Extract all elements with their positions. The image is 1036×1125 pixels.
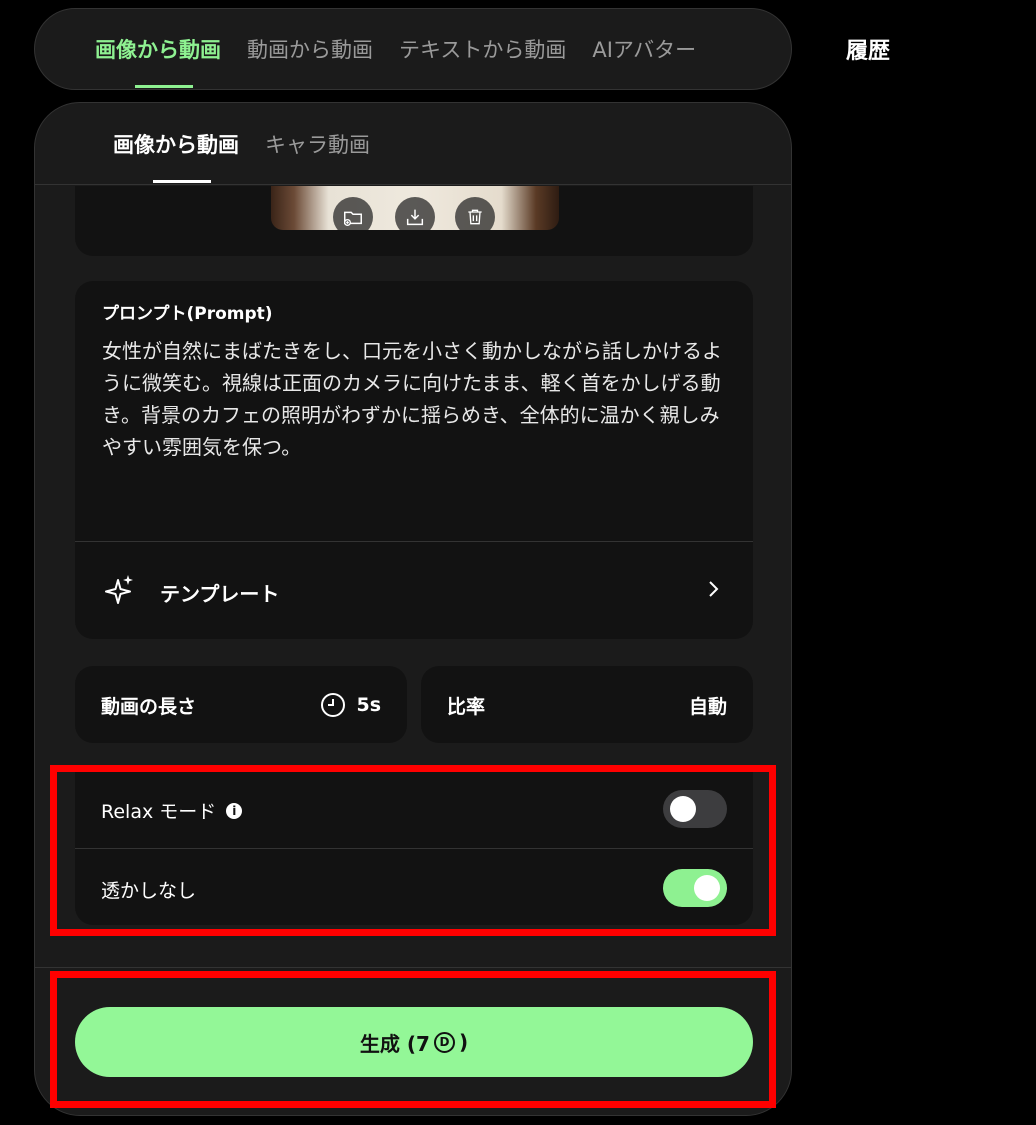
sparkle-icon: [105, 575, 133, 604]
duration-label: 動画の長さ: [101, 696, 197, 718]
tab-ai-avatar[interactable]: AIアバター: [592, 8, 696, 90]
subtab-character-video[interactable]: キャラ動画: [265, 103, 370, 185]
tab-text-to-video[interactable]: テキストから動画: [399, 8, 566, 90]
chevron-right-icon: [709, 581, 719, 597]
template-selector[interactable]: テンプレート: [75, 541, 753, 639]
tab-video-to-video[interactable]: 動画から動画: [247, 8, 373, 90]
clock-icon: [321, 693, 346, 717]
download-icon[interactable]: [395, 197, 435, 230]
ratio-selector[interactable]: 比率 自動: [421, 666, 753, 743]
trash-icon[interactable]: [455, 197, 495, 230]
highlight-box-generate: [50, 971, 776, 1108]
uploaded-image-thumbnail: [271, 186, 559, 230]
generation-panel: 画像から動画 キャラ動画 プロンプト(Prompt) 女性が自然にまばたきをし、…: [34, 102, 792, 1116]
uploaded-image-card: [75, 186, 753, 256]
duration-value: 5s: [320, 692, 381, 718]
ratio-label: 比率: [447, 696, 486, 718]
subtab-image-to-video[interactable]: 画像から動画: [113, 103, 239, 185]
folder-add-icon[interactable]: [333, 197, 373, 230]
history-link[interactable]: 履歴: [846, 33, 890, 65]
highlight-box-options: [50, 765, 776, 936]
tab-image-to-video[interactable]: 画像から動画: [95, 8, 221, 90]
divider: [35, 967, 791, 968]
ratio-value: 自動: [688, 696, 727, 718]
duration-selector[interactable]: 動画の長さ 5s: [75, 666, 407, 743]
sub-mode-tabs: 画像から動画 キャラ動画: [35, 103, 791, 185]
duration-value-text: 5s: [356, 694, 381, 716]
main-mode-tabs: 画像から動画 動画から動画 テキストから動画 AIアバター: [34, 8, 792, 90]
prompt-textarea[interactable]: 女性が自然にまばたきをし、口元を小さく動かしながら話しかけるように微笑む。視線は…: [102, 335, 727, 463]
template-label: テンプレート: [160, 582, 280, 606]
prompt-label: プロンプト(Prompt): [102, 304, 273, 324]
